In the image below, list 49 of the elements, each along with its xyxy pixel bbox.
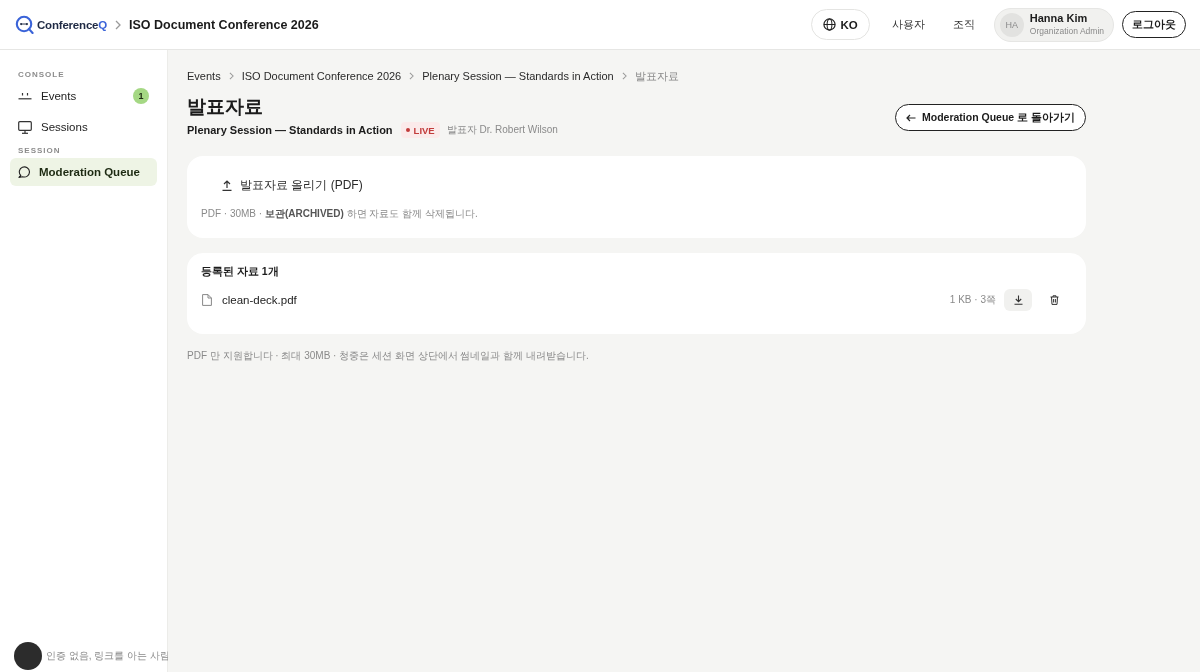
- chat-bubble-icon: [18, 166, 30, 178]
- arrow-left-icon: [906, 113, 916, 122]
- files-heading: 등록된 자료 1개: [201, 265, 280, 279]
- download-button[interactable]: [1004, 289, 1032, 311]
- chevron-icon: [228, 72, 234, 80]
- user-role: Organization Admin: [1029, 25, 1104, 37]
- chevron-icon: [621, 72, 627, 80]
- monitor-icon: [18, 120, 32, 134]
- page-title: 발표자료: [187, 95, 264, 119]
- speaker-text: 발표자 Dr. Robert Wilson: [446, 123, 558, 137]
- breadcrumb-link[interactable]: Plenary Session — Standards in Action: [422, 70, 614, 82]
- download-icon: [1013, 295, 1023, 305]
- footnote: PDF 만 지원합니다 · 최대 30MB · 청중은 세션 화면 상단에서 썸네일과 함께 내려받습니다.: [187, 349, 590, 363]
- session-title: Plenary Session — Standards in Action: [187, 124, 393, 136]
- access-note: 인증 없음, 링크를 아는 사람: [46, 649, 170, 663]
- avatar-icon: [14, 642, 42, 670]
- file-name[interactable]: clean-deck.pdf: [222, 294, 950, 306]
- logo-icon: [15, 15, 34, 34]
- globe-icon: [822, 18, 836, 31]
- upload-button[interactable]: 발표자료 올리기 (PDF): [215, 172, 370, 198]
- current-page-text: 발표자료: [634, 68, 679, 84]
- section-label: CONSOLE: [17, 70, 66, 79]
- breadcrumb-link[interactable]: Events: [187, 70, 221, 82]
- section-label: SESSION: [17, 146, 62, 155]
- user-initials: HA: [999, 12, 1024, 37]
- chevron-icon: [409, 72, 415, 80]
- upload-icon: [222, 179, 232, 191]
- status-dot-icon: [405, 128, 410, 132]
- chevron-icon: [115, 19, 122, 30]
- upload-note: PDF · 30MB · 보관(ARCHIVED) 하면 자료도 함께 삭제됩니다.: [201, 207, 479, 221]
- nav-link[interactable]: 조직: [942, 17, 985, 32]
- count-badge: 1: [133, 88, 149, 104]
- file-icon: [202, 294, 212, 306]
- trash-icon: [1049, 295, 1059, 305]
- logout-button[interactable]: 로그아웃: [1122, 11, 1186, 38]
- user-name: Hanna Kim: [1029, 12, 1089, 25]
- logo-text[interactable]: ConferenceQ: [37, 18, 108, 31]
- user-menu[interactable]: HA Hanna Kim Organization Admin: [993, 7, 1114, 42]
- sidebar-item[interactable]: Events 1: [10, 82, 157, 110]
- back-button[interactable]: Moderation Queue 로 돌아가기: [895, 104, 1086, 131]
- file-meta: 1 KB · 3쪽: [949, 293, 996, 307]
- sidebar-item[interactable]: Moderation Queue: [10, 158, 157, 186]
- status-badge: LIVE: [400, 122, 440, 138]
- breadcrumb-link[interactable]: ISO Document Conference 2026: [241, 70, 402, 82]
- nav-link[interactable]: 사용자: [881, 17, 935, 32]
- stand-icon: [18, 92, 32, 100]
- language-button[interactable]: KO: [810, 9, 870, 40]
- event-title: ISO Document Conference 2026: [129, 17, 319, 32]
- sidebar-item[interactable]: Sessions: [10, 113, 157, 141]
